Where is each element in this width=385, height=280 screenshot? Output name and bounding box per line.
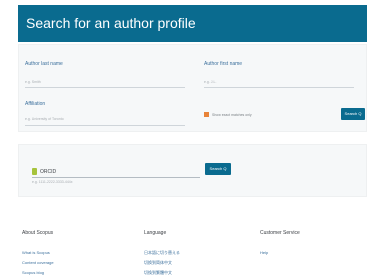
orcid-label: ORCID <box>40 169 57 175</box>
footer-link-what-is-scopus[interactable]: What is Scopus <box>22 250 50 255</box>
footer-about-heading: About Scopus <box>22 230 54 236</box>
exact-match-checkbox[interactable] <box>204 112 209 117</box>
footer-link-japanese[interactable]: 日本語に切り替える <box>144 250 180 256</box>
footer-link-simplified-chinese[interactable]: 切换到简体中文 <box>144 260 172 266</box>
exact-match-label: Show exact matches only <box>212 113 252 117</box>
last-name-input[interactable]: e.g. Smith <box>25 80 41 84</box>
page-header: Search for an author profile <box>18 5 367 42</box>
orcid-search-form: ORCID e.g. 1111-2222-3333-444x Search Q <box>18 144 367 197</box>
author-search-button[interactable]: Search Q <box>341 108 365 120</box>
author-search-form: Author last name e.g. Smith Author first… <box>18 44 367 132</box>
footer-link-scopus-blog[interactable]: Scopus blog <box>22 270 44 275</box>
page-title: Search for an author profile <box>26 15 196 31</box>
footer-link-traditional-chinese[interactable]: 切換到繁體中文 <box>144 270 172 276</box>
orcid-icon <box>32 168 37 175</box>
first-name-label: Author first name <box>204 61 243 67</box>
orcid-search-button[interactable]: Search Q <box>205 163 231 175</box>
last-name-label: Author last name <box>25 61 63 67</box>
orcid-underline <box>32 177 200 178</box>
first-name-underline <box>204 87 354 88</box>
footer-link-content-coverage[interactable]: Content coverage <box>22 260 54 265</box>
affiliation-label: Affiliation <box>25 101 46 107</box>
footer-link-help[interactable]: Help <box>260 250 268 255</box>
last-name-underline <box>25 87 185 88</box>
footer-language-heading: Language <box>144 230 167 236</box>
first-name-input[interactable]: e.g. J.L. <box>204 80 216 84</box>
footer-customer-service-heading: Customer Service <box>260 230 300 236</box>
affiliation-input[interactable]: e.g. University of Toronto <box>25 117 64 121</box>
orcid-input[interactable]: e.g. 1111-2222-3333-444x <box>32 180 72 184</box>
affiliation-underline <box>25 125 185 126</box>
